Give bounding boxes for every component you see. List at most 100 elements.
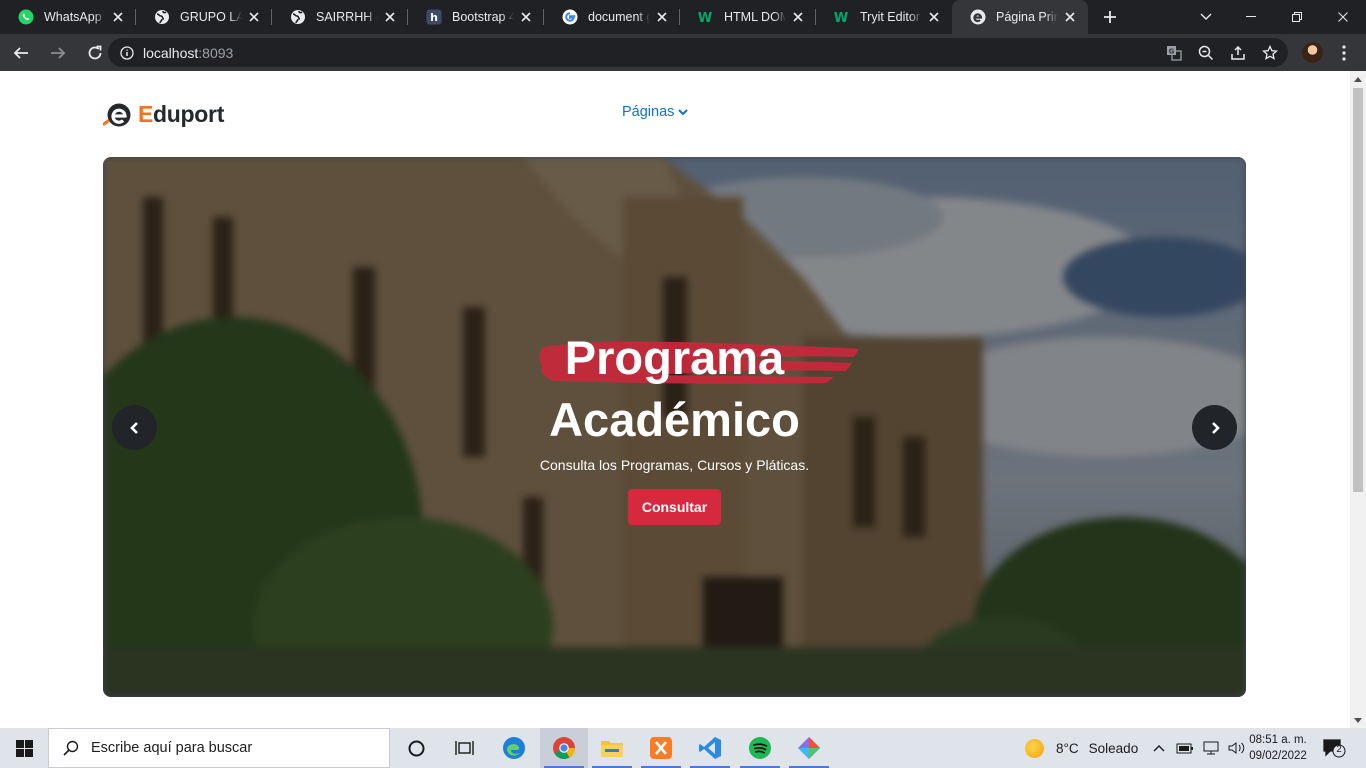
folder-icon — [601, 741, 623, 757]
hero-title-line1: Programa — [564, 331, 785, 384]
page-scrollbar[interactable] — [1350, 71, 1366, 728]
tab-whatsapp[interactable]: WhatsApp — [0, 0, 136, 34]
hero-content: Programa Académico Consulta los Programa… — [103, 157, 1246, 697]
site-logo[interactable]: Eduport — [103, 101, 224, 128]
close-icon[interactable] — [518, 9, 534, 25]
tab-pagina-principal[interactable]: Página Princip — [952, 0, 1088, 34]
taskbar-vscode[interactable] — [686, 728, 734, 768]
star-icon[interactable] — [1260, 43, 1280, 63]
zoom-icon[interactable] — [1196, 43, 1216, 63]
google-icon — [562, 9, 578, 25]
close-icon[interactable] — [382, 9, 398, 25]
brand-rest: duport — [153, 101, 225, 127]
plus-icon — [1104, 11, 1116, 23]
battery-icon[interactable] — [1176, 739, 1194, 757]
consultar-button[interactable]: Consultar — [628, 489, 721, 525]
close-icon[interactable] — [1062, 9, 1078, 25]
tab-tryit-editor[interactable]: W Tryit Editor v3 — [816, 0, 952, 34]
globe-icon — [290, 9, 306, 25]
tab-html-dom[interactable]: W HTML DOM D — [680, 0, 816, 34]
reload-icon — [88, 45, 102, 59]
search-icon — [63, 740, 79, 756]
w3schools-icon: W — [834, 9, 850, 25]
notification-count: 2 — [1336, 744, 1342, 755]
tab-title: Bootstrap 4 C — [452, 10, 514, 24]
restore-icon — [1292, 12, 1302, 22]
cortana-circle-icon — [408, 740, 424, 756]
tab-bootstrap[interactable]: h Bootstrap 4 C — [408, 0, 544, 34]
nav-paginas-dropdown[interactable]: Páginas — [622, 104, 689, 120]
hero-subtitle: Consulta los Programas, Cursos y Plática… — [539, 457, 810, 473]
tab-title: HTML DOM D — [724, 10, 786, 24]
weather-temperature: 8°C — [1056, 740, 1079, 756]
brand-initial: E — [138, 101, 154, 127]
eduport-logo-icon — [103, 103, 131, 126]
chevron-right-icon — [1211, 421, 1220, 434]
chevron-down-icon — [678, 108, 689, 115]
chevron-up-icon[interactable] — [1150, 739, 1168, 757]
system-clock[interactable]: 08:51 a. m. 09/02/2022 — [1243, 732, 1313, 764]
tab-title: GRUPO LAHE — [180, 10, 242, 24]
svg-text:W: W — [698, 11, 712, 25]
globe-icon — [154, 9, 170, 25]
taskbar-chrome[interactable] — [540, 728, 588, 768]
info-icon[interactable] — [120, 45, 134, 60]
close-window-button[interactable] — [1320, 0, 1366, 34]
translate-icon[interactable]: G — [1164, 43, 1184, 63]
restore-button[interactable] — [1274, 0, 1320, 34]
svg-text:h: h — [430, 11, 438, 24]
cortana-button[interactable] — [392, 728, 440, 768]
back-button[interactable] — [5, 37, 37, 69]
hero-title-line2: Académico — [549, 393, 800, 446]
forward-button[interactable] — [42, 37, 74, 69]
share-icon[interactable] — [1228, 43, 1248, 63]
windows-logo-icon — [15, 739, 33, 757]
tab-sairrhh[interactable]: SAIRRHH - AI — [272, 0, 408, 34]
tab-title: document ge — [588, 10, 650, 24]
tab-search-button[interactable] — [1186, 0, 1226, 34]
close-icon[interactable] — [790, 9, 806, 25]
new-tab-button[interactable] — [1088, 0, 1132, 34]
browser-toolbar: localhost:8093 G — [0, 34, 1366, 71]
scroll-up-arrow-icon[interactable] — [1350, 71, 1366, 87]
edge-icon — [503, 737, 525, 759]
close-icon[interactable] — [654, 9, 670, 25]
taskbar-git-app[interactable] — [785, 728, 833, 768]
spotify-icon — [749, 737, 771, 759]
bootstrap-h-icon: h — [426, 9, 442, 25]
close-icon[interactable] — [110, 9, 126, 25]
tab-title: SAIRRHH - AI — [316, 10, 378, 24]
taskbar-spotify[interactable] — [736, 728, 784, 768]
sun-icon — [1025, 738, 1044, 758]
weather-widget[interactable]: 8°C Soleado — [1025, 728, 1138, 768]
search-placeholder: Escribe aquí para buscar — [91, 740, 253, 756]
tab-grupo-lahe[interactable]: GRUPO LAHE — [136, 0, 272, 34]
taskbar-search-input[interactable]: Escribe aquí para buscar — [48, 728, 390, 768]
reload-button[interactable] — [79, 37, 111, 69]
carousel-prev-button[interactable] — [112, 405, 157, 450]
scroll-down-arrow-icon[interactable] — [1350, 712, 1366, 728]
taskbar-edge[interactable] — [490, 728, 538, 768]
start-button[interactable] — [0, 728, 48, 768]
taskbar-xampp[interactable] — [637, 728, 685, 768]
menu-button[interactable] — [1334, 42, 1354, 63]
whatsapp-icon — [18, 9, 34, 25]
carousel-next-button[interactable] — [1192, 405, 1237, 450]
tab-document-ge[interactable]: document ge — [544, 0, 680, 34]
minimize-button[interactable] — [1228, 0, 1274, 34]
notification-center-button[interactable]: 2 — [1322, 738, 1346, 758]
network-icon[interactable] — [1202, 739, 1220, 757]
svg-text:G: G — [1169, 47, 1175, 55]
task-view-button[interactable] — [440, 728, 488, 768]
w3schools-icon: W — [698, 9, 714, 25]
chevron-left-icon — [129, 421, 138, 434]
address-bar[interactable]: localhost:8093 G — [108, 38, 1288, 67]
scrollbar-thumb[interactable] — [1353, 88, 1363, 492]
close-icon[interactable] — [246, 9, 262, 25]
tab-title: Página Princip — [996, 10, 1058, 24]
windows-taskbar: Escribe aquí para buscar 8°C Soleado 08:… — [0, 728, 1366, 768]
taskbar-file-explorer[interactable] — [588, 728, 636, 768]
profile-avatar[interactable] — [1302, 42, 1323, 63]
chrome-icon — [553, 737, 575, 759]
close-icon[interactable] — [926, 9, 942, 25]
